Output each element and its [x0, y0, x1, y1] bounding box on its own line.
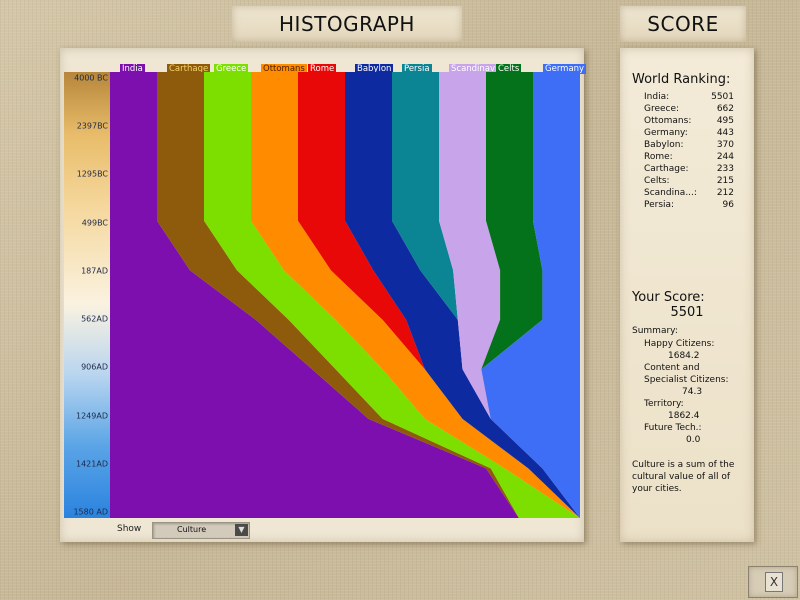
score-title-text: SCORE [647, 12, 719, 36]
ranking-name: Celts: [644, 176, 670, 186]
ranking-name: Greece: [644, 104, 680, 114]
specialist-citizens-label: Specialist Citizens: [644, 375, 729, 385]
ranking-name: Germany: [644, 128, 688, 138]
content-citizens-value: 74.3 [682, 387, 703, 397]
ranking-value: 443 [716, 128, 734, 138]
ranking-row: Ottomans: 495 [644, 116, 734, 127]
summary-title: Summary: [632, 326, 678, 336]
timeline-tick-label: 499BC [81, 218, 108, 228]
timeline-tick-label: 1249AD [76, 411, 108, 421]
ranking-name: Persia: [644, 200, 675, 210]
ranking-value: 244 [716, 152, 734, 162]
future-tech-label: Future Tech.: [644, 423, 702, 433]
content-citizens-label: Content and [644, 363, 700, 373]
ranking-row: India: 5501 [644, 92, 734, 103]
ranking-value: 370 [716, 140, 734, 150]
close-button[interactable]: X [748, 566, 798, 598]
ranking-value: 233 [716, 164, 734, 174]
ranking-name: Scandina...: [644, 188, 697, 198]
ranking-name: Babylon: [644, 140, 684, 150]
show-label: Show [117, 524, 142, 534]
ranking-name: Ottomans: [644, 116, 692, 126]
ranking-value: 212 [716, 188, 734, 198]
ranking-value: 96 [722, 200, 734, 210]
timeline-tick-label: 4000 BC [74, 73, 108, 83]
timeline-tick-label: 562AD [81, 314, 108, 324]
histograph-panel: 4000 BC 2397BC 1295BC 499BC 187AD 562AD 906AD 1… [60, 48, 587, 542]
culture-note: Culture is a sum of the cultural value o… [632, 460, 735, 494]
timeline-tick-label: 1421AD [76, 459, 108, 469]
score-title: SCORE [620, 6, 746, 42]
score-panel: World Ranking: India: 5501 Greece: 662 Ott… [620, 48, 754, 542]
ranking-name: Carthage: [644, 164, 689, 174]
happy-citizens-value: 1684.2 [668, 351, 700, 361]
timeline-tick-label: 1295BC [76, 169, 108, 179]
ranking-value: 215 [716, 176, 734, 186]
your-score-title: Your Score: [632, 290, 705, 305]
ranking-row: Carthage: 233 [644, 164, 734, 175]
your-score-value: 5501 [670, 305, 704, 320]
world-ranking-title: World Ranking: [632, 72, 731, 87]
ranking-name: Rome: [644, 152, 673, 162]
ranking-row: Babylon: 370 [644, 140, 734, 151]
timeline-tick-label: 187AD [81, 266, 108, 276]
ranking-row: Scandina...: 212 [644, 188, 734, 199]
ranking-row: Germany: 443 [644, 128, 734, 139]
close-icon: X [765, 572, 783, 592]
ranking-value: 495 [716, 116, 734, 126]
territory-value: 1862.4 [668, 411, 700, 421]
happy-citizens-label: Happy Citizens: [644, 339, 715, 349]
histograph-chart [110, 72, 580, 518]
ranking-row: Persia: 96 [644, 200, 734, 211]
chevron-down-icon[interactable]: ▼ [235, 524, 248, 536]
ranking-row: Celts: 215 [644, 176, 734, 187]
histograph-title-text: HISTOGRAPH [279, 12, 415, 36]
ranking-row: Rome: 244 [644, 152, 734, 163]
timeline-tick-label: 1580 AD [73, 507, 108, 517]
timeline-tick-label: 906AD [81, 362, 108, 372]
ranking-name: India: [644, 92, 670, 102]
show-dropdown[interactable]: Culture ▼ [152, 522, 250, 539]
future-tech-value: 0.0 [686, 435, 701, 445]
territory-label: Territory: [644, 399, 684, 409]
show-dropdown-value: Culture [177, 525, 207, 534]
ranking-value: 5501 [711, 92, 734, 102]
timeline-bar: 4000 BC 2397BC 1295BC 499BC 187AD 562AD 906AD 1… [64, 72, 110, 518]
ranking-row: Greece: 662 [644, 104, 734, 115]
timeline-tick-label: 2397BC [76, 121, 108, 131]
histograph-title: HISTOGRAPH [232, 6, 462, 42]
ranking-value: 662 [716, 104, 734, 114]
